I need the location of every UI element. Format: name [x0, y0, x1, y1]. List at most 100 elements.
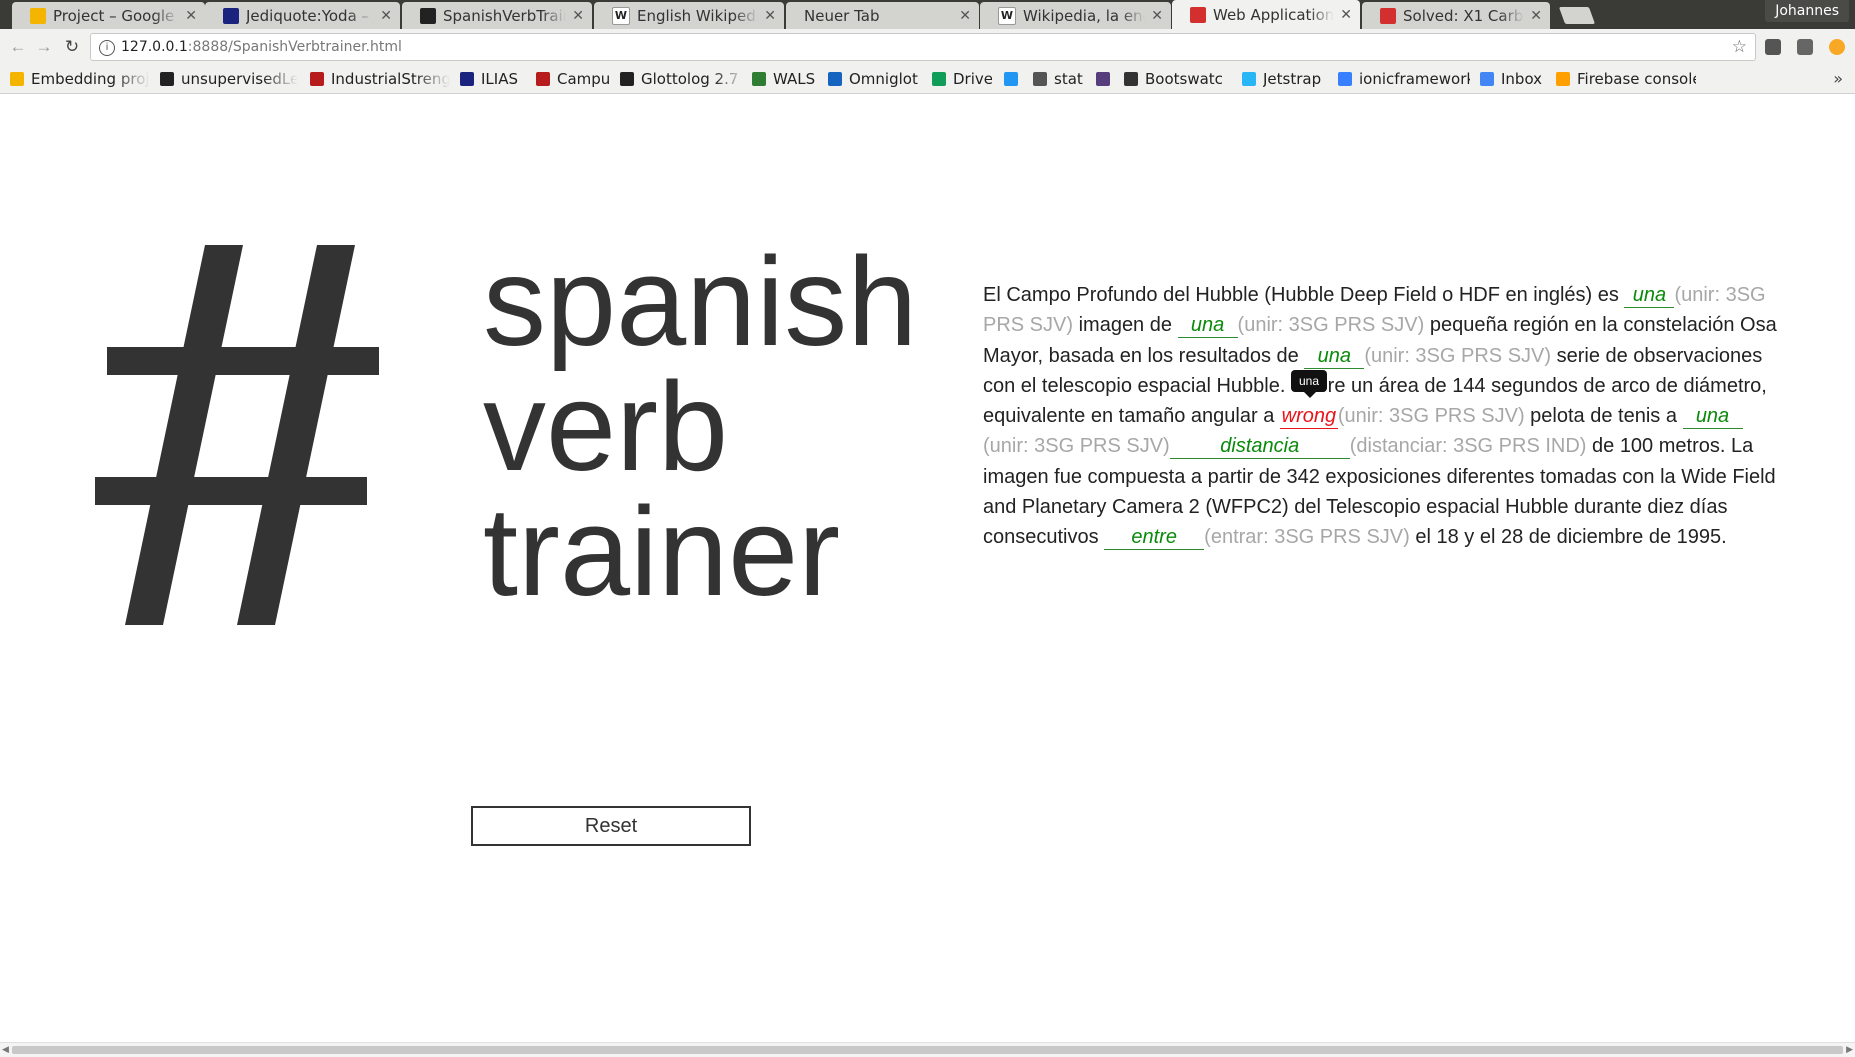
passage-text: el 18 y el 28 de diciembre de 1995. — [1409, 526, 1727, 549]
tab-label: Wikipedia, la enciclo — [1023, 6, 1145, 25]
bookmark-item[interactable] — [1004, 65, 1020, 93]
bookmark-item[interactable]: Glottolog 2.7 - — [620, 65, 745, 93]
verb-hint: (distanciar: 3SG PRS IND) — [1349, 435, 1587, 458]
bookmark-label: Embedding proj — [31, 70, 150, 88]
bookmark-label: WALS — [773, 70, 816, 88]
info-icon[interactable]: i — [99, 40, 115, 56]
browser-tab[interactable]: W English Wikipedia – ✕ — [594, 2, 784, 29]
bookmark-item[interactable]: Jetstrap — [1242, 65, 1324, 93]
bookmark-item[interactable]: ILIAS — [460, 65, 520, 93]
answer-field[interactable]: entre — [1104, 525, 1205, 551]
close-tab-icon[interactable]: ✕ — [380, 8, 392, 24]
bookmark-item[interactable]: Inbox — [1480, 65, 1546, 93]
tab-label: English Wikipedia – — [637, 6, 759, 25]
wals-icon — [752, 72, 766, 86]
answer-field[interactable]: distancia — [1169, 434, 1350, 460]
close-tab-icon[interactable]: ✕ — [764, 8, 776, 24]
answer-field[interactable]: una — [1304, 344, 1365, 369]
web-app-icon — [1190, 6, 1206, 23]
bookmark-item[interactable]: IndustrialStreng — [310, 65, 450, 93]
bookmark-item[interactable]: Campus — [536, 65, 610, 93]
close-tab-icon[interactable]: ✕ — [1340, 7, 1352, 23]
lenovo-icon — [1380, 7, 1396, 24]
close-tab-icon[interactable]: ✕ — [959, 8, 971, 24]
bookmark-item[interactable]: unsupervisedLe — [160, 65, 298, 93]
new-tab-button[interactable] — [1558, 7, 1596, 24]
close-tab-icon[interactable]: ✕ — [1530, 8, 1542, 24]
bookmark-label: ionicframework — [1359, 70, 1470, 88]
browser-tab[interactable]: Jediquote:Yoda – Je ✕ — [205, 2, 400, 29]
browser-toolbar: ← → ↻ i 127.0.0.1:8888/SpanishVerbtraine… — [0, 29, 1855, 65]
verb-hint: (unir: 3SG PRS SJV) — [1364, 344, 1552, 367]
close-tab-icon[interactable]: ✕ — [185, 8, 197, 24]
bootstrap-icon — [1096, 72, 1110, 86]
bookmark-label: Bootswatch — [1145, 70, 1224, 88]
forward-icon[interactable]: → — [34, 37, 54, 57]
bookmark-label: Campus — [557, 70, 610, 88]
passage-text: El Campo Profundo del Hubble (Hubble Dee… — [983, 284, 1625, 306]
answer-field-wrong[interactable]: wrong — [1279, 404, 1338, 430]
more-bookmarks-icon[interactable]: » — [1833, 69, 1843, 88]
answer-field[interactable]: una — [1624, 283, 1675, 308]
verb-hint: (unir: 3SG PRS SJV) — [1237, 314, 1425, 337]
answer-field[interactable]: una — [1177, 313, 1238, 339]
bookmark-label: unsupervisedLe — [181, 70, 298, 88]
reset-button[interactable]: Reset — [471, 806, 751, 846]
profile-button[interactable]: Johannes — [1765, 0, 1849, 22]
browser-tab[interactable]: Neuer Tab ✕ — [786, 2, 979, 29]
bookmark-label: Jetstrap — [1263, 70, 1322, 88]
scroll-left-icon[interactable]: ◀ — [2, 1044, 9, 1055]
tab-strip: Project – Google Dr ✕ Jediquote:Yoda – Je ✕… — [0, 0, 1855, 29]
lightbulb-extension-icon[interactable] — [1829, 39, 1845, 55]
bookmark-label: ILIAS — [481, 70, 518, 88]
bookmark-label: stat — [1054, 70, 1083, 88]
bookmark-item[interactable]: Firebase console — [1556, 65, 1696, 93]
tab-label: Project – Google Dr — [53, 6, 179, 25]
inbox-extension-icon[interactable] — [1765, 39, 1781, 55]
bookmark-item[interactable] — [1096, 65, 1112, 93]
google-icon — [1480, 72, 1494, 86]
firebase-icon — [1556, 72, 1570, 86]
bookmark-item[interactable]: Embedding proj — [10, 65, 150, 93]
bookmark-item[interactable]: stat — [1033, 65, 1083, 93]
close-tab-icon[interactable]: ✕ — [1151, 8, 1163, 24]
browser-tab[interactable]: Project – Google Dr ✕ — [12, 2, 205, 29]
tab-label: Neuer Tab — [804, 6, 880, 25]
bookmark-star-icon[interactable]: ☆ — [1732, 34, 1747, 60]
exercise-passage: El Campo Profundo del Hubble (Hubble Dee… — [983, 280, 1783, 553]
browser-tab[interactable]: SpanishVerbTrainer ✕ — [402, 2, 592, 29]
bookmark-label: IndustrialStreng — [331, 70, 450, 88]
browser-tab[interactable]: W Wikipedia, la enciclo ✕ — [980, 2, 1171, 29]
bookmark-label: Firebase console — [1577, 70, 1696, 88]
extension-icon[interactable] — [1797, 39, 1813, 55]
page-title: spanish verb trainer — [483, 239, 917, 615]
answer-field[interactable]: una — [1682, 404, 1743, 430]
bookmark-item[interactable]: ionicframework — [1338, 65, 1470, 93]
tab-label: Jediquote:Yoda – Je — [246, 6, 375, 25]
address-bar[interactable]: i 127.0.0.1:8888/SpanishVerbtrainer.html… — [90, 33, 1756, 61]
google-drive-icon — [30, 7, 46, 24]
horizontal-scrollbar[interactable]: ◀ ▶ — [0, 1042, 1855, 1057]
tab-label: Solved: X1 Carbon g — [1403, 6, 1524, 25]
bookmark-item[interactable]: Drive — [932, 65, 992, 93]
bookmark-item[interactable]: WALS — [752, 65, 818, 93]
url-text: 127.0.0.1:8888/SpanishVerbtrainer.html — [121, 39, 402, 55]
scrollbar-thumb[interactable] — [12, 1046, 1843, 1054]
back-icon[interactable]: ← — [8, 37, 28, 57]
close-tab-icon[interactable]: ✕ — [572, 8, 584, 24]
jedi-icon — [223, 7, 239, 24]
telegram-icon — [1004, 72, 1018, 86]
bookmark-item[interactable]: Omniglot — [828, 65, 920, 93]
verb-hint: (unir: 3SG PRS SJV) — [983, 435, 1170, 458]
tab-label: SpanishVerbTrainer — [443, 6, 566, 25]
reload-icon[interactable]: ↻ — [62, 37, 82, 57]
browser-tab[interactable]: Web Application St ✕ — [1172, 0, 1360, 29]
hash-icon — [95, 245, 379, 625]
browser-tab[interactable]: Solved: X1 Carbon g ✕ — [1362, 2, 1550, 29]
verb-hint: (entrar: 3SG PRS SJV) — [1204, 526, 1410, 549]
pin-icon — [310, 72, 324, 86]
passage-text: pelota de tenis a — [1524, 405, 1683, 428]
ilias-icon — [460, 72, 474, 86]
bookmark-item[interactable]: Bootswatch — [1124, 65, 1224, 93]
scroll-right-icon[interactable]: ▶ — [1846, 1044, 1853, 1055]
